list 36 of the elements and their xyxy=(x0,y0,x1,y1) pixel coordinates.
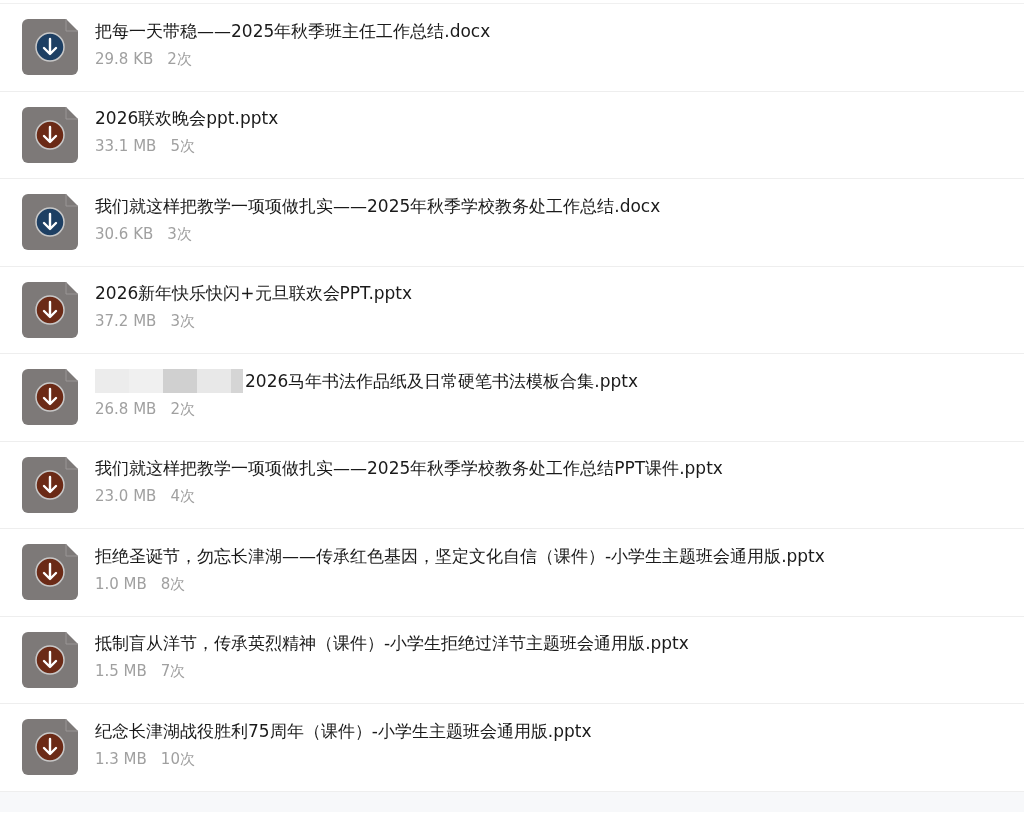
file-size: 30.6 KB xyxy=(95,224,154,244)
file-row[interactable]: 2026马年书法作品纸及日常硬笔书法模板合集.pptx 26.8 MB 2次 xyxy=(0,354,1024,442)
download-count: 2次 xyxy=(167,49,192,69)
download-count: 2次 xyxy=(170,400,195,420)
file-row[interactable]: 我们就这样把教学一项项做扎实——2025年秋季学校教务处工作总结.docx 30.6 KB 3次 xyxy=(0,179,1024,267)
download-count: 7次 xyxy=(160,662,186,682)
file-name[interactable]: 抵制盲从洋节，传承英烈精神（课件）-小学生拒绝过洋节主题班会通用版.pptx xyxy=(95,632,689,656)
file-row[interactable]: 拒绝圣诞节，勿忘长津湖——传承红色基因，坚定文化自信（课件）-小学生主题班会通用版.pptx 1.0 MB 8次 xyxy=(0,529,1024,617)
file-size: 1.5 MB xyxy=(95,662,147,682)
file-row[interactable]: 我们就这样把教学一项项做扎实——2025年秋季学校教务处工作总结PPT课件.pptx 23.0 MB 4次 xyxy=(0,441,1024,529)
file-size: 29.8 KB xyxy=(95,49,154,69)
file-row[interactable]: 纪念长津湖战役胜利75周年（课件）-小学生主题班会通用版.pptx 1.3 MB 10次 xyxy=(0,704,1024,792)
download-count: 3次 xyxy=(170,312,195,332)
file-name[interactable]: 2026联欢晚会ppt.pptx xyxy=(95,107,279,131)
file-name[interactable]: 2026新年快乐快闪+元旦联欢会PPT.pptx xyxy=(95,282,413,306)
file-name[interactable]: 我们就这样把教学一项项做扎实——2025年秋季学校教务处工作总结.docx xyxy=(95,194,661,218)
file-size: 23.0 MB xyxy=(95,487,157,507)
file-size: 37.2 MB xyxy=(95,312,157,332)
download-count: 10次 xyxy=(160,749,195,769)
file-size: 1.3 MB xyxy=(95,749,147,769)
file-row[interactable]: 2026联欢晚会ppt.pptx 33.1 MB 5次 xyxy=(0,91,1024,179)
file-name[interactable]: 纪念长津湖战役胜利75周年（课件）-小学生主题班会通用版.pptx xyxy=(95,719,592,743)
file-name[interactable]: 把每一天带稳——2025年秋季班主任工作总结.docx xyxy=(95,19,491,43)
file-name[interactable]: 2026马年书法作品纸及日常硬笔书法模板合集.pptx xyxy=(245,369,638,393)
file-name[interactable]: 拒绝圣诞节，勿忘长津湖——传承红色基因，坚定文化自信（课件）-小学生主题班会通用版.pptx xyxy=(95,544,825,568)
file-size: 26.8 MB xyxy=(95,400,157,420)
download-count: 4次 xyxy=(170,487,195,507)
file-size: 1.0 MB xyxy=(95,574,147,594)
file-row[interactable]: 把每一天带稳——2025年秋季班主任工作总结.docx 29.8 KB 2次 xyxy=(0,4,1024,92)
file-size: 33.1 MB xyxy=(95,137,157,157)
download-count: 3次 xyxy=(167,224,192,244)
download-count: 8次 xyxy=(160,574,186,594)
download-count: 5次 xyxy=(170,137,195,157)
file-name[interactable]: 我们就这样把教学一项项做扎实——2025年秋季学校教务处工作总结PPT课件.pptx xyxy=(95,457,723,481)
file-row[interactable]: 抵制盲从洋节，传承英烈精神（课件）-小学生拒绝过洋节主题班会通用版.pptx 1.5 MB 7次 xyxy=(0,616,1024,704)
file-row[interactable]: 2026新年快乐快闪+元旦联欢会PPT.pptx 37.2 MB 3次 xyxy=(0,266,1024,354)
